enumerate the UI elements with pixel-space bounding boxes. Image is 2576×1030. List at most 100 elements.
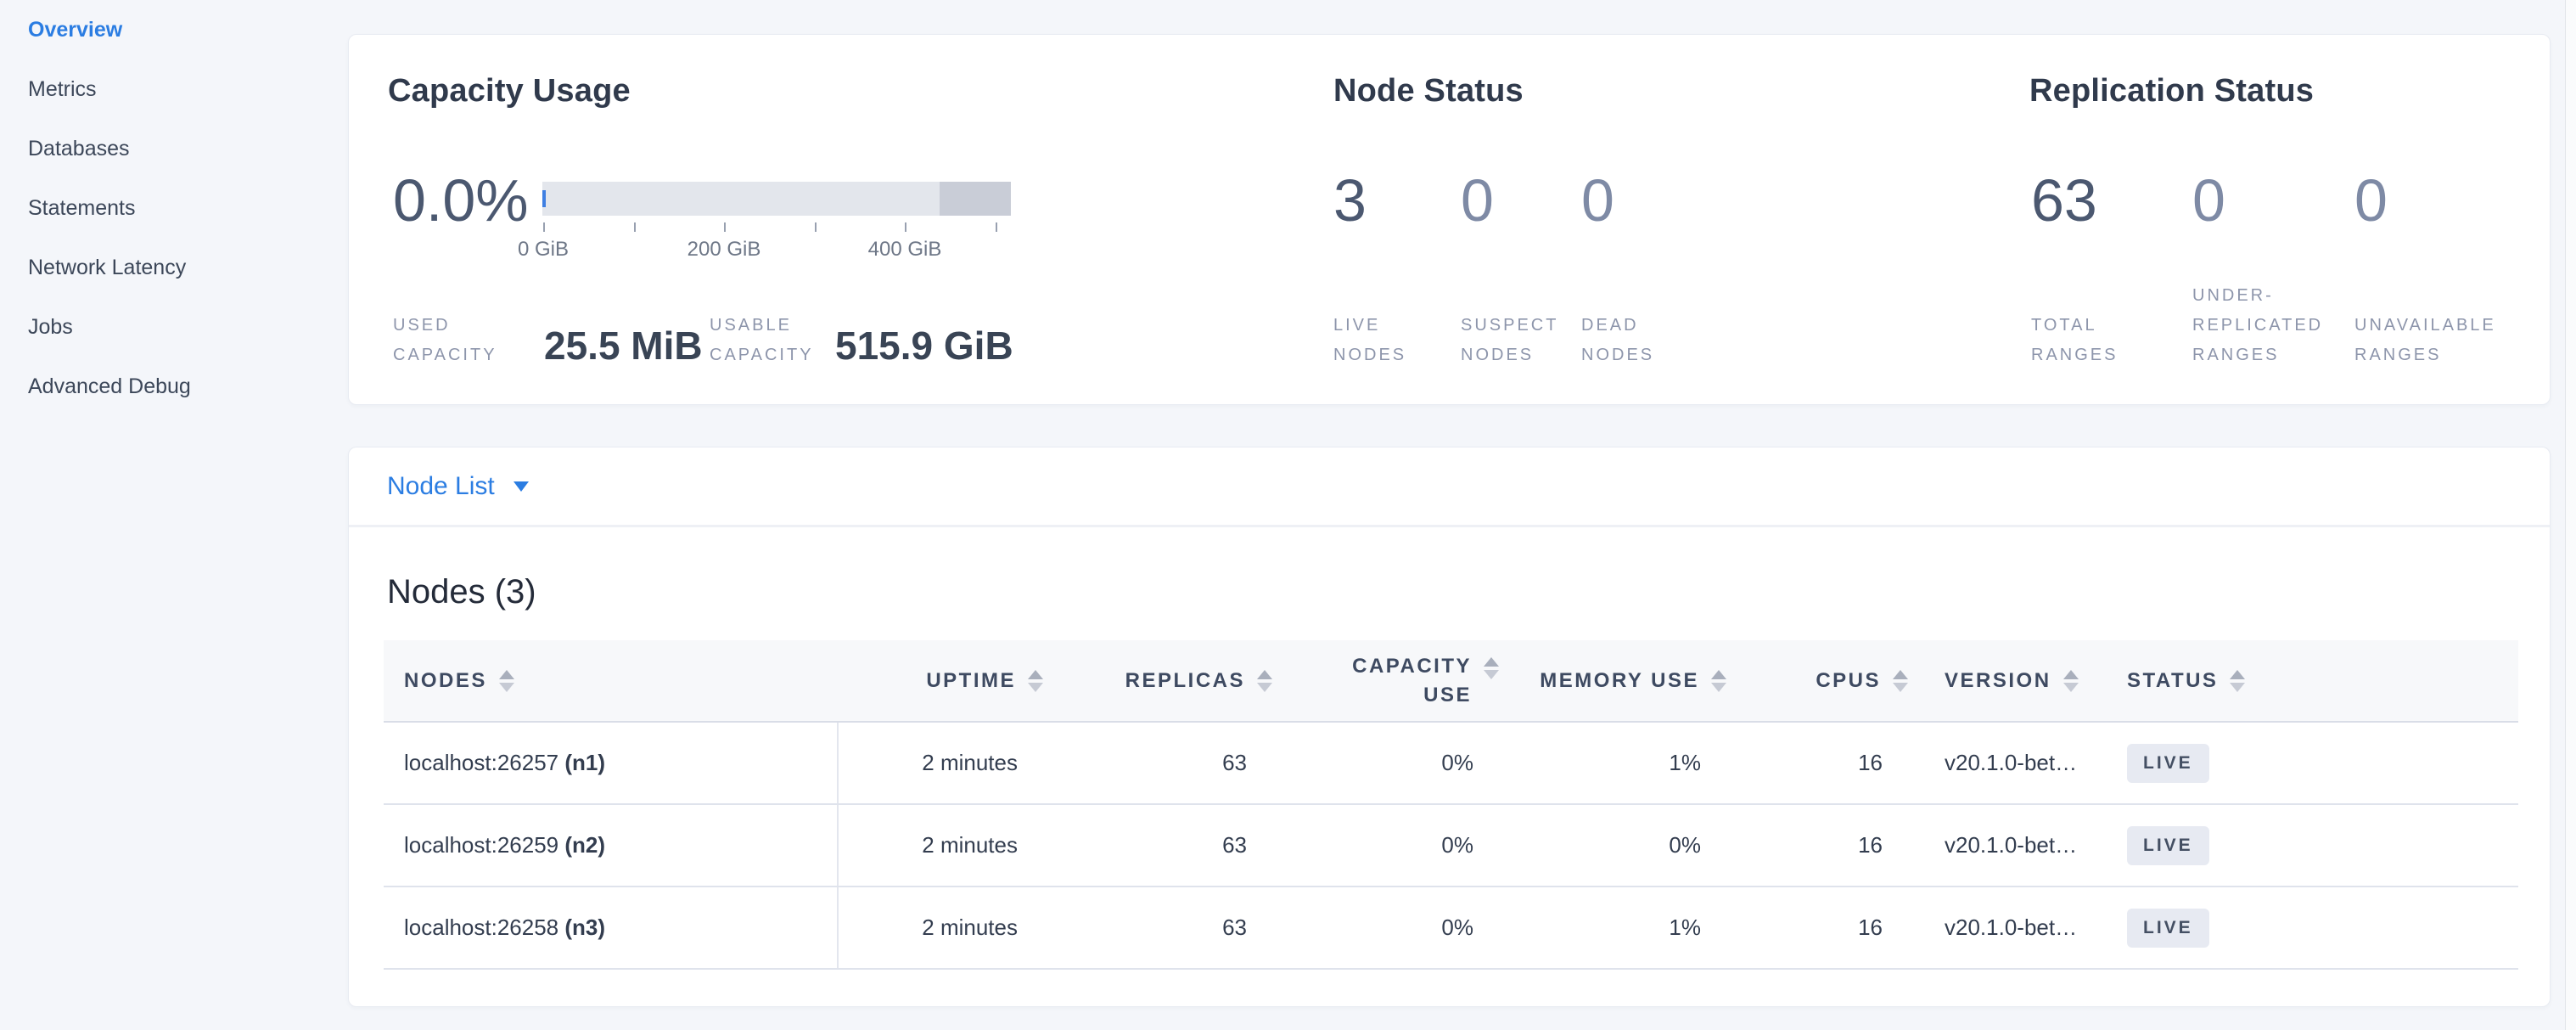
replicas-cell: 63 xyxy=(1043,804,1272,886)
node-address-cell[interactable]: localhost:26258 (n3) xyxy=(384,886,838,969)
sort-icon xyxy=(2063,670,2079,692)
gauge-tick-label: 200 GiB xyxy=(687,238,761,262)
column-label: UPTIME xyxy=(926,669,1016,693)
node-list-dropdown[interactable]: Node List xyxy=(387,447,529,525)
column-header-memory-use[interactable]: MEMORY USE xyxy=(1499,640,1726,722)
stat-label-line: LIVE xyxy=(1333,311,1406,341)
nodes-table: NODES UPTIME REPLICAS CAPACITY USE xyxy=(384,640,2518,970)
gauge-tick xyxy=(905,222,906,232)
node-list-card: Node List Nodes (3) NODES UPTIME xyxy=(348,447,2551,1007)
live-nodes-label: LIVE NODES xyxy=(1333,311,1406,370)
uptime-cell: 2 minutes xyxy=(838,886,1043,969)
table-header-row: NODES UPTIME REPLICAS CAPACITY USE xyxy=(384,640,2518,722)
nodes-heading: Nodes (3) xyxy=(387,571,536,612)
status-cell: LIVE xyxy=(2091,804,2518,886)
gauge-tick-label: 400 GiB xyxy=(868,238,942,262)
column-header-status[interactable]: STATUS xyxy=(2091,640,2518,722)
sort-icon xyxy=(499,670,514,692)
memory-use-cell: 0% xyxy=(1499,804,1726,886)
scrollbar-track[interactable] xyxy=(2565,0,2576,1030)
node-list-dropdown-label: Node List xyxy=(387,472,495,501)
column-header-replicas[interactable]: REPLICAS xyxy=(1043,640,1272,722)
sort-icon xyxy=(2230,670,2245,692)
capacity-use-cell: 0% xyxy=(1272,722,1499,804)
column-header-version[interactable]: VERSION xyxy=(1908,640,2091,722)
column-header-nodes[interactable]: NODES xyxy=(384,640,838,722)
status-badge: LIVE xyxy=(2127,826,2209,865)
column-label: CPUS xyxy=(1816,669,1881,693)
sidebar-item-overview[interactable]: Overview xyxy=(28,19,334,78)
suspect-nodes-count: 0 xyxy=(1461,171,1494,230)
stat-label-line: CAPACITY xyxy=(393,341,497,370)
sort-icon xyxy=(1028,670,1043,692)
table-row-node-3[interactable]: localhost:26258 (n3) 2 minutes 63 0% 1% … xyxy=(384,886,2518,969)
table-row-node-2[interactable]: localhost:26259 (n2) 2 minutes 63 0% 0% … xyxy=(384,804,2518,886)
chevron-down-icon xyxy=(514,481,529,492)
stat-label-line: NODES xyxy=(1581,341,1654,370)
usable-capacity-value: 515.9 GiB xyxy=(835,326,1013,365)
used-capacity-value: 25.5 MiB xyxy=(544,326,703,365)
used-capacity-marker xyxy=(542,190,546,207)
stat-label-line: NODES xyxy=(1461,341,1558,370)
stat-label-line: DEAD xyxy=(1581,311,1654,341)
stat-label-line: UNAVAILABLE xyxy=(2354,311,2496,341)
column-label: CAPACITY USE xyxy=(1327,652,1472,710)
sidebar-item-metrics[interactable]: Metrics xyxy=(28,78,334,138)
memory-use-cell: 1% xyxy=(1499,886,1726,969)
dead-nodes-count: 0 xyxy=(1581,171,1614,230)
sidebar: Overview Metrics Databases Statements Ne… xyxy=(28,19,334,435)
status-badge: LIVE xyxy=(2127,909,2209,948)
gauge-tick xyxy=(543,222,545,232)
column-header-capacity-use[interactable]: CAPACITY USE xyxy=(1272,640,1499,722)
node-id: (n1) xyxy=(564,750,605,775)
stat-label-line: USED xyxy=(393,311,497,341)
node-id: (n2) xyxy=(564,832,605,858)
sidebar-item-databases[interactable]: Databases xyxy=(28,138,334,197)
node-address-cell[interactable]: localhost:26259 (n2) xyxy=(384,804,838,886)
sort-icon xyxy=(1711,670,1726,692)
column-label: STATUS xyxy=(2127,669,2218,693)
stat-label-line: RANGES xyxy=(2354,341,2496,370)
suspect-nodes-label: SUSPECT NODES xyxy=(1461,311,1558,370)
total-ranges-count: 63 xyxy=(2031,171,2097,230)
usable-capacity-label: USABLE CAPACITY xyxy=(710,311,814,370)
cpus-cell: 16 xyxy=(1726,886,1908,969)
uptime-cell: 2 minutes xyxy=(838,722,1043,804)
node-id: (n3) xyxy=(564,915,605,940)
version-cell: v20.1.0-bet… xyxy=(1908,886,2091,969)
sidebar-item-advanced-debug[interactable]: Advanced Debug xyxy=(28,375,334,435)
stat-label-line: TOTAL xyxy=(2031,311,2118,341)
cluster-summary-card: Capacity Usage 0.0% 0 GiB 200 GiB 400 Gi… xyxy=(348,34,2551,405)
gauge-dark-segment xyxy=(940,182,1011,216)
stat-label-line: RANGES xyxy=(2031,341,2118,370)
stat-label-line: CAPACITY xyxy=(710,341,814,370)
node-address-cell[interactable]: localhost:26257 (n1) xyxy=(384,722,838,804)
capacity-percent: 0.0% xyxy=(393,171,529,230)
sort-icon xyxy=(1893,670,1908,692)
column-label: MEMORY USE xyxy=(1540,669,1699,693)
sidebar-item-jobs[interactable]: Jobs xyxy=(28,316,334,375)
capacity-gauge: 0 GiB 200 GiB 400 GiB xyxy=(542,182,1011,284)
table-row-node-1[interactable]: localhost:26257 (n1) 2 minutes 63 0% 1% … xyxy=(384,722,2518,804)
sidebar-item-network-latency[interactable]: Network Latency xyxy=(28,256,334,316)
column-label: NODES xyxy=(404,669,487,693)
stat-label-line: SUSPECT xyxy=(1461,311,1558,341)
sidebar-item-statements[interactable]: Statements xyxy=(28,197,334,256)
column-header-cpus[interactable]: CPUS xyxy=(1726,640,1908,722)
cpus-cell: 16 xyxy=(1726,804,1908,886)
column-label: REPLICAS xyxy=(1125,669,1245,693)
replication-status-title: Replication Status xyxy=(2029,72,2314,110)
gauge-tick xyxy=(634,222,636,232)
version-cell: v20.1.0-bet… xyxy=(1908,722,2091,804)
column-header-uptime[interactable]: UPTIME xyxy=(838,640,1043,722)
status-cell: LIVE xyxy=(2091,722,2518,804)
used-capacity-label: USED CAPACITY xyxy=(393,311,497,370)
live-nodes-count: 3 xyxy=(1333,171,1367,230)
capacity-usage-title: Capacity Usage xyxy=(388,72,631,110)
sort-icon xyxy=(1484,657,1499,679)
dead-nodes-label: DEAD NODES xyxy=(1581,311,1654,370)
stat-label-line: REPLICATED xyxy=(2192,311,2323,341)
node-list-header-bar: Node List xyxy=(349,447,2550,527)
node-address: localhost:26258 xyxy=(404,915,558,940)
under-replicated-ranges-count: 0 xyxy=(2192,171,2225,230)
